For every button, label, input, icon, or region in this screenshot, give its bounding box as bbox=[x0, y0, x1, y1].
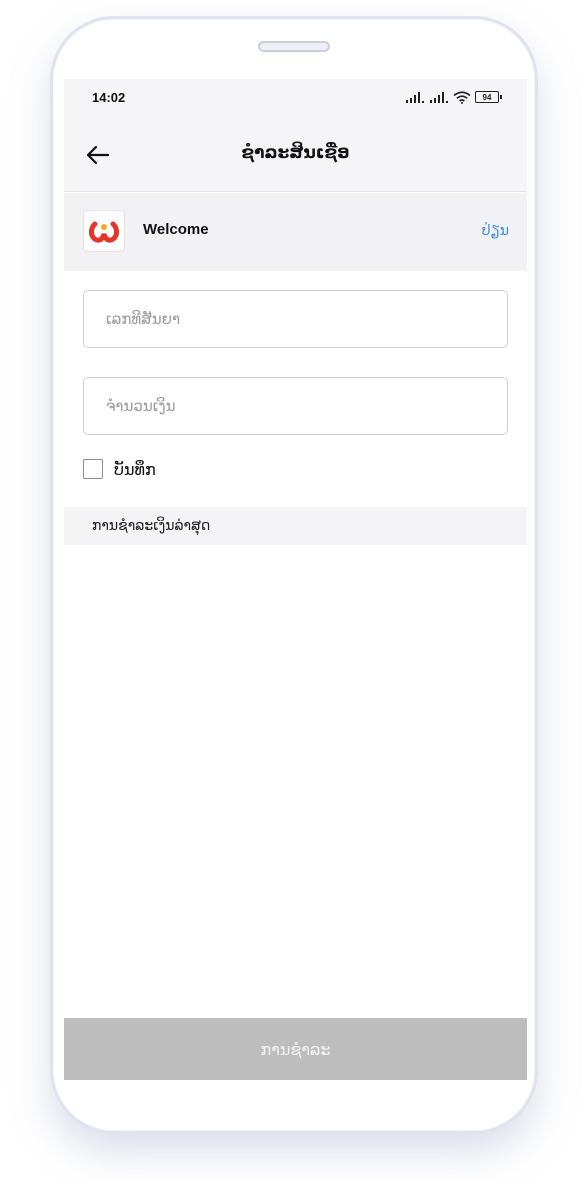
signal-icon bbox=[430, 92, 448, 103]
status-time: 14:02 bbox=[92, 89, 126, 105]
recent-payments-header: ການຊຳລະເງິນລ່າສຸດ bbox=[64, 507, 527, 545]
welcome-logo-icon bbox=[89, 221, 119, 243]
amount-input[interactable] bbox=[83, 377, 508, 435]
battery-level: 94 bbox=[482, 92, 492, 102]
contract-number-input[interactable] bbox=[83, 290, 508, 348]
save-checkbox-row[interactable]: ບັນທຶກ bbox=[83, 459, 156, 479]
signal-icon bbox=[406, 92, 424, 103]
change-merchant-link[interactable]: ປ່ຽນ bbox=[482, 223, 509, 239]
app-screen: 14:02 94 ຊຳລະສິນເຊື່ອ Welcome ປ່ຽນ ເລກທີ… bbox=[64, 79, 527, 1080]
phone-speaker bbox=[258, 41, 330, 52]
merchant-bar: Welcome ປ່ຽນ bbox=[64, 193, 527, 271]
recent-payments-label: ການຊຳລະເງິນລ່າສຸດ bbox=[92, 518, 211, 534]
merchant-logo bbox=[83, 210, 125, 252]
merchant-name: Welcome bbox=[143, 221, 209, 238]
save-checkbox[interactable] bbox=[83, 459, 103, 479]
page-title: ຊຳລະສິນເຊື່ອ bbox=[241, 143, 350, 163]
battery-icon: 94 bbox=[475, 91, 502, 103]
app-header: ຊຳລະສິນເຊື່ອ bbox=[64, 115, 527, 192]
wifi-icon bbox=[453, 90, 471, 104]
status-icons: 94 bbox=[405, 90, 502, 104]
save-label: ບັນທຶກ bbox=[114, 459, 156, 479]
status-bar: 14:02 94 bbox=[64, 79, 527, 115]
pay-button[interactable]: ການຊຳລະ bbox=[64, 1018, 527, 1080]
